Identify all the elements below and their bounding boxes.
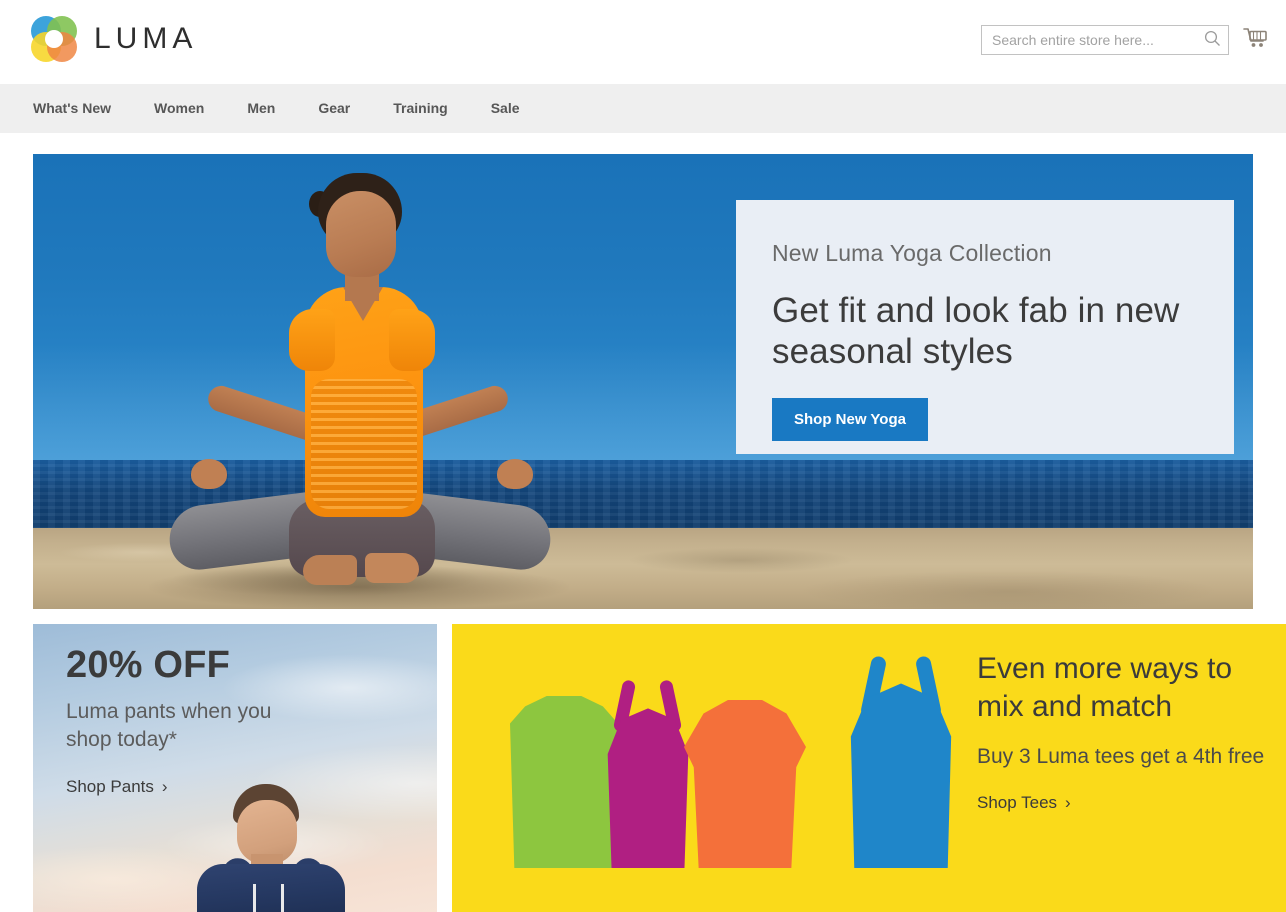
shop-pants-link-label: Shop Pants — [66, 776, 154, 796]
pants-promo-tile[interactable]: 20% OFF Luma pants when you shop today* … — [33, 624, 437, 912]
cart-button[interactable] — [1240, 24, 1272, 56]
nav-item-sale[interactable]: Sale — [491, 84, 520, 133]
nav-item-men[interactable]: Men — [247, 84, 275, 133]
nav-item-gear[interactable]: Gear — [318, 84, 350, 133]
nav-item-training[interactable]: Training — [393, 84, 447, 133]
orange-tee-shirt — [684, 700, 806, 868]
nav-item-women[interactable]: Women — [154, 84, 204, 133]
tees-subhead: Buy 3 Luma tees get a 4th free — [977, 744, 1265, 768]
pants-headline: 20% OFF — [66, 644, 230, 686]
search-icon — [1204, 30, 1221, 50]
main-navigation: What's New Women Men Gear Training Sale — [0, 84, 1286, 133]
logo-text: LUMA — [94, 22, 198, 55]
pants-subhead: Luma pants when you shop today* — [66, 699, 272, 752]
main-content: New Luma Yoga Collection Get fit and loo… — [0, 154, 1286, 912]
nav-item-whats-new[interactable]: What's New — [33, 84, 111, 133]
shopping-cart-icon — [1243, 27, 1269, 54]
hero-banner[interactable]: New Luma Yoga Collection Get fit and loo… — [33, 154, 1253, 609]
shirt-silhouettes — [494, 646, 994, 886]
chevron-right-icon: › — [1065, 793, 1071, 813]
search-box[interactable] — [981, 25, 1229, 55]
hero-eyebrow: New Luma Yoga Collection — [772, 240, 1052, 266]
chevron-right-icon: › — [161, 776, 168, 796]
tees-promo-tile[interactable]: Even more ways to mix and match Buy 3 Lu… — [452, 624, 1286, 912]
man-in-hoodie-figure — [185, 784, 365, 912]
shop-tees-link[interactable]: Shop Tees › — [977, 793, 1267, 813]
hero-text-panel: New Luma Yoga Collection Get fit and loo… — [736, 200, 1234, 454]
tees-headline: Even more ways to mix and match — [977, 652, 1233, 724]
shop-pants-link[interactable]: Shop Pants › — [66, 777, 316, 797]
search-button[interactable] — [1196, 26, 1228, 54]
site-header: LUMA — [0, 0, 1286, 84]
hero-title: Get fit and look fab in new seasonal sty… — [772, 290, 1180, 371]
luma-flower-logo-icon — [28, 13, 80, 65]
logo[interactable]: LUMA — [28, 13, 197, 65]
promo-tiles: 20% OFF Luma pants when you shop today* … — [33, 624, 1286, 912]
shop-new-yoga-button[interactable]: Shop New Yoga — [772, 398, 928, 442]
shop-tees-link-label: Shop Tees — [977, 793, 1058, 813]
search-input[interactable] — [982, 26, 1196, 54]
yoga-woman-figure — [149, 169, 569, 609]
pants-promo-copy: 20% OFF Luma pants when you shop today* … — [66, 644, 316, 797]
tees-promo-copy: Even more ways to mix and match Buy 3 Lu… — [977, 650, 1267, 813]
